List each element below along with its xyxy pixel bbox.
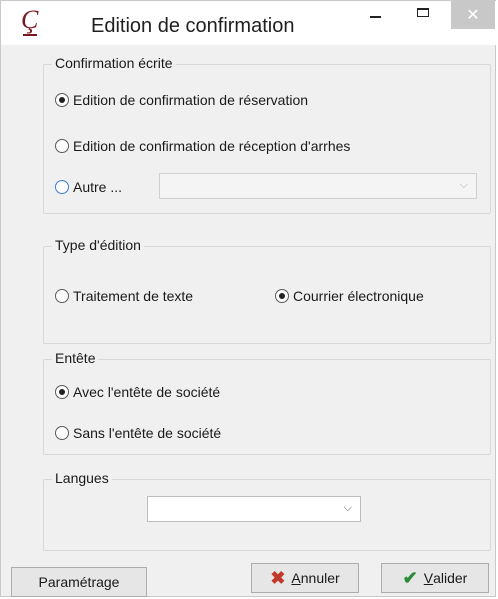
radio-confirmation-other[interactable]: Autre ... xyxy=(55,176,122,198)
dialog-window: Ç Edition de confirmation ✕ Confirmation… xyxy=(0,0,497,597)
radio-button[interactable] xyxy=(55,93,69,107)
maximize-icon xyxy=(417,8,429,17)
radio-confirmation-reservation[interactable]: Edition de confirmation de réservation xyxy=(55,89,308,111)
minimize-button[interactable] xyxy=(361,1,391,29)
radio-label: Sans l'entête de société xyxy=(73,425,222,441)
window-title: Edition de confirmation xyxy=(91,15,295,37)
close-button[interactable]: ✕ xyxy=(451,1,495,29)
radio-button[interactable] xyxy=(55,180,69,194)
radio-label: Courrier électronique xyxy=(293,288,424,304)
header-legend: Entête xyxy=(52,350,99,366)
checkmark-icon: ✔ xyxy=(402,567,418,588)
radio-button[interactable] xyxy=(55,139,69,153)
maximize-button[interactable] xyxy=(409,1,439,29)
radio-text-processing[interactable]: Traitement de texte xyxy=(55,285,193,307)
chevron-down-icon: ⌵ xyxy=(459,179,468,191)
radio-label: Avec l'entête de société xyxy=(73,384,221,400)
confirmation-legend: Confirmation écrite xyxy=(52,55,176,71)
validate-button[interactable]: ✔ Valider xyxy=(381,563,489,593)
validate-label: alider xyxy=(433,570,468,586)
language-select[interactable]: ⌵ xyxy=(147,496,361,522)
cancel-label: nnuler xyxy=(300,570,340,586)
radio-button[interactable] xyxy=(55,289,69,303)
cancel-button[interactable]: ✖ Annuler xyxy=(251,563,359,593)
chevron-down-icon: ⌵ xyxy=(343,502,352,514)
minimize-icon xyxy=(370,16,381,18)
close-icon: ✕ xyxy=(466,7,480,24)
radio-button[interactable] xyxy=(275,289,289,303)
cross-icon: ✖ xyxy=(270,567,286,588)
validate-mnemonic: V xyxy=(423,570,434,586)
edition-type-legend: Type d'édition xyxy=(52,237,144,253)
radio-label: Edition de confirmation de réception d'a… xyxy=(73,138,351,154)
radio-without-header[interactable]: Sans l'entête de société xyxy=(55,422,221,444)
other-document-select[interactable]: ⌵ xyxy=(159,173,477,199)
radio-confirmation-arrhes[interactable]: Edition de confirmation de réception d'a… xyxy=(55,135,350,157)
radio-with-header[interactable]: Avec l'entête de société xyxy=(55,381,220,403)
radio-label: Traitement de texte xyxy=(73,288,194,304)
radio-button[interactable] xyxy=(55,426,69,440)
radio-button[interactable] xyxy=(55,385,69,399)
settings-button[interactable]: Paramétrage xyxy=(11,567,147,597)
title-bar[interactable]: Ç Edition de confirmation ✕ xyxy=(1,1,497,45)
radio-email[interactable]: Courrier électronique xyxy=(275,285,424,307)
app-logo-icon: Ç xyxy=(21,5,39,36)
languages-legend: Langues xyxy=(52,470,112,486)
cancel-mnemonic: A xyxy=(291,570,301,586)
radio-label: Autre ... xyxy=(73,179,123,195)
settings-button-label: Paramétrage xyxy=(38,574,120,590)
radio-label: Edition de confirmation de réservation xyxy=(73,92,309,108)
